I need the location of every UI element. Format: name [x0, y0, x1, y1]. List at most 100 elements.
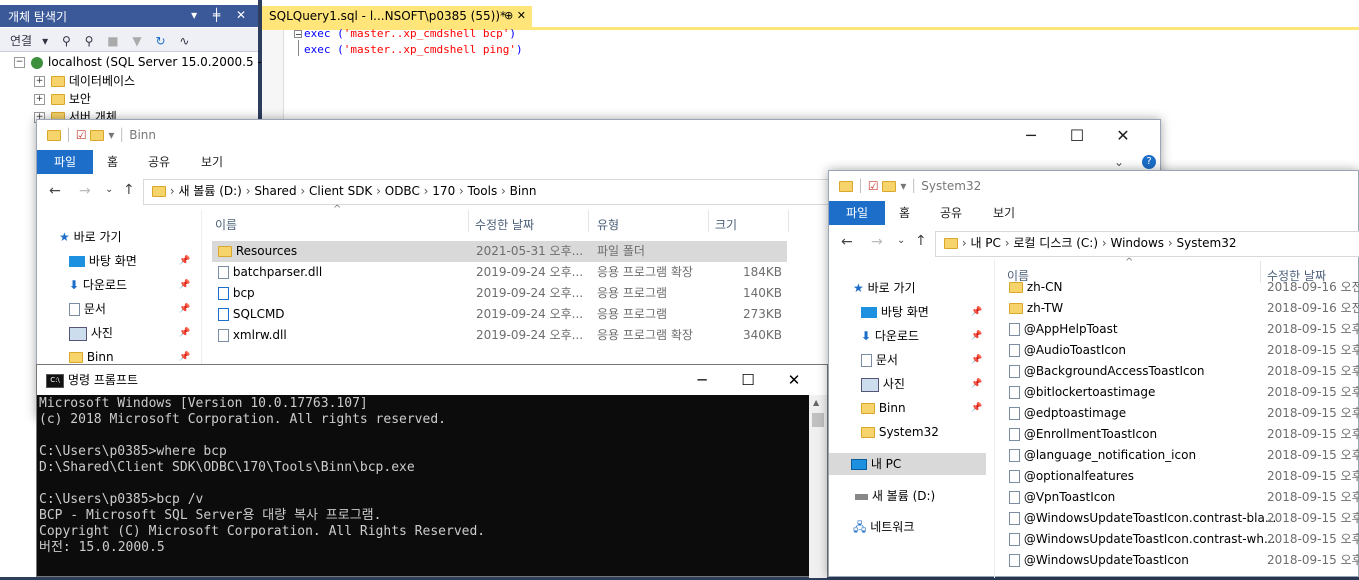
column-header-date[interactable]: 수정한 날짜	[475, 216, 534, 233]
close-icon[interactable]: ✕	[771, 365, 817, 395]
file-row[interactable]: @WindowsUpdateToastIcon.contrast-wh... 20…	[999, 529, 1359, 550]
breadcrumb-item[interactable]: Binn	[510, 184, 537, 198]
breadcrumb-item[interactable]: Client SDK	[309, 184, 372, 198]
file-row[interactable]: @WindowsUpdateToastIcon 2018-09-15 오후	[999, 550, 1359, 571]
customize-qat-icon[interactable]: ▾	[108, 128, 114, 142]
pin-icon[interactable]: 📌	[971, 403, 982, 413]
nav-quick-access[interactable]: ★ 바로 가기	[59, 226, 122, 248]
nav-documents[interactable]: 문서	[861, 349, 898, 371]
tab-share[interactable]: 공유	[148, 150, 170, 174]
nav-network[interactable]: 🖧 네트워크	[853, 516, 914, 538]
file-row[interactable]: @BackgroundAccessToastIcon 2018-09-15 오후	[999, 361, 1359, 382]
properties-icon[interactable]: ☑	[76, 128, 87, 142]
properties-icon[interactable]: ☑	[868, 179, 879, 193]
pin-icon[interactable]: 📌	[179, 304, 190, 314]
file-row[interactable]: @edptoastimage 2018-09-15 오후	[999, 403, 1359, 424]
breadcrumb-item[interactable]: Shared	[254, 184, 296, 198]
expand-icon[interactable]: +	[34, 94, 45, 105]
new-folder-icon[interactable]	[882, 181, 897, 192]
pin-icon[interactable]: 📌	[179, 280, 190, 290]
file-row[interactable]: @AudioToastIcon 2018-09-15 오후	[999, 340, 1359, 361]
collapse-icon[interactable]: −	[14, 57, 25, 68]
file-row-xmlrw[interactable]: xmlrw.dll 2019-09-24 오후... 응용 프로그램 확장 34…	[212, 325, 787, 346]
file-row[interactable]: zh-TW 2018-09-16 오전	[999, 298, 1359, 319]
file-row-bcp[interactable]: bcp 2019-09-24 오후... 응용 프로그램 140KB	[212, 283, 787, 304]
connect-icon[interactable]: ⚲	[62, 34, 71, 48]
column-header-size[interactable]: 크기	[715, 216, 737, 233]
minimize-icon[interactable]: ─	[1008, 126, 1054, 145]
pin-icon[interactable]: 📌	[971, 355, 982, 365]
new-folder-icon[interactable]	[90, 130, 105, 141]
up-icon[interactable]: ↑	[915, 233, 927, 249]
breadcrumb-item[interactable]: Windows	[1110, 236, 1164, 250]
address-bar[interactable]: › 내 PC › 로컬 디스크 (C:) › Windows › System3…	[935, 231, 1359, 257]
breadcrumb-item[interactable]: 로컬 디스크 (C:)	[1013, 236, 1098, 250]
tab-view[interactable]: 보기	[201, 150, 223, 174]
breadcrumb-item[interactable]: 내 PC	[970, 236, 1000, 250]
activity-monitor-icon[interactable]: ∿	[179, 34, 189, 48]
nav-quick-access[interactable]: ★ 바로 가기	[853, 277, 916, 299]
nav-this-pc[interactable]: 내 PC	[829, 453, 986, 475]
column-header-type[interactable]: 유형	[597, 216, 619, 233]
scroll-thumb[interactable]	[812, 413, 824, 427]
nav-downloads[interactable]: ⬇ 다운로드	[861, 325, 919, 347]
cmd-output[interactable]: Microsoft Windows [Version 10.0.17763.10…	[37, 395, 815, 580]
help-icon[interactable]: ?	[1142, 155, 1156, 169]
file-row-batchparser[interactable]: batchparser.dll 2019-09-24 오후... 응용 프로그램…	[212, 262, 787, 283]
tree-item-security[interactable]: + 보안	[34, 90, 91, 108]
column-header-name[interactable]: 이름	[215, 216, 237, 233]
file-row[interactable]: @EnrollmentToastIcon 2018-09-15 오후	[999, 424, 1359, 445]
recent-locations-icon[interactable]: ⌄	[897, 235, 905, 246]
tab-sqlquery1[interactable]: SQLQuery1.sql - l...NSOFT\p0385 (55))* ⊕…	[262, 6, 532, 27]
nav-desktop[interactable]: 바탕 화면	[861, 301, 929, 323]
nav-pictures[interactable]: 사진	[69, 322, 113, 344]
refresh-icon[interactable]: ↻	[155, 34, 165, 48]
tab-buttons[interactable]: ⊕ ✕	[504, 9, 526, 22]
back-icon[interactable]: ←	[49, 183, 61, 199]
pin-icon[interactable]: 📌	[971, 307, 982, 317]
cmd-scrollbar[interactable]: ▲	[809, 395, 827, 578]
nav-binn[interactable]: Binn	[861, 397, 906, 419]
tree-server-node[interactable]: − localhost (SQL Server 15.0.2000.5 - M	[14, 55, 276, 73]
expand-icon[interactable]: +	[34, 76, 45, 87]
file-row-sqlcmd[interactable]: SQLCMD 2019-09-24 오후... 응용 프로그램 273KB	[212, 304, 787, 325]
tab-home[interactable]: 홈	[107, 150, 118, 174]
sql-line-2[interactable]: exec ('master..xp_cmdshell ping')	[304, 43, 523, 56]
disconnect-icon[interactable]: ⚲	[85, 34, 94, 48]
filter-icon[interactable]: ▼	[132, 34, 141, 48]
pin-icon[interactable]: 📌	[179, 256, 190, 266]
breadcrumb-item[interactable]: 새 볼륨 (D:)	[178, 184, 241, 198]
connect-button[interactable]: 연결 ▾	[10, 34, 48, 48]
forward-icon[interactable]: →	[871, 234, 883, 250]
breadcrumb-item[interactable]: System32	[1177, 236, 1237, 250]
tab-file[interactable]: 파일	[829, 201, 885, 225]
pin-icon[interactable]: 📌	[179, 352, 190, 362]
file-row-resources[interactable]: Resources 2021-05-31 오후... 파일 폴더	[212, 241, 787, 262]
nav-desktop[interactable]: 바탕 화면	[69, 250, 137, 272]
file-row[interactable]: @VpnToastIcon 2018-09-15 오후	[999, 487, 1359, 508]
sql-line-1[interactable]: exec ('master..xp_cmdshell bcp')	[304, 27, 516, 40]
minimize-icon[interactable]: ─	[679, 365, 725, 395]
tab-share[interactable]: 공유	[940, 201, 962, 225]
nav-volume-d[interactable]: 새 볼륨 (D:)	[855, 485, 935, 507]
pin-icon[interactable]: 📌	[971, 379, 982, 389]
close-icon[interactable]: ✕	[1100, 126, 1146, 145]
address-bar[interactable]: › 새 볼륨 (D:) › Shared › Client SDK › ODBC…	[143, 179, 913, 205]
command-prompt-window[interactable]: C:\ 명령 프롬프트 ─ ☐ ✕ Microsoft Windows [Versi…	[36, 364, 828, 580]
nav-system32[interactable]: System32	[861, 421, 939, 443]
scroll-up-icon[interactable]: ▲	[813, 398, 819, 407]
nav-downloads[interactable]: ⬇ 다운로드	[69, 274, 127, 296]
tab-view[interactable]: 보기	[993, 201, 1015, 225]
tree-item-databases[interactable]: + 데이터베이스	[34, 72, 135, 90]
tab-file[interactable]: 파일	[37, 150, 93, 174]
pin-icon[interactable]: 📌	[179, 328, 190, 338]
collapse-icon[interactable]: −	[294, 30, 302, 39]
file-row[interactable]: zh-CN 2018-09-16 오전	[999, 281, 1359, 298]
file-row[interactable]: @AppHelpToast 2018-09-15 오후	[999, 319, 1359, 340]
up-icon[interactable]: ↑	[123, 182, 135, 198]
back-icon[interactable]: ←	[841, 234, 853, 250]
breadcrumb-item[interactable]: 170	[432, 184, 455, 198]
panel-buttons[interactable]: ▾ ╪ ✕	[191, 8, 252, 22]
stop-icon[interactable]: ■	[107, 34, 118, 48]
pin-icon[interactable]: 📌	[971, 331, 982, 341]
